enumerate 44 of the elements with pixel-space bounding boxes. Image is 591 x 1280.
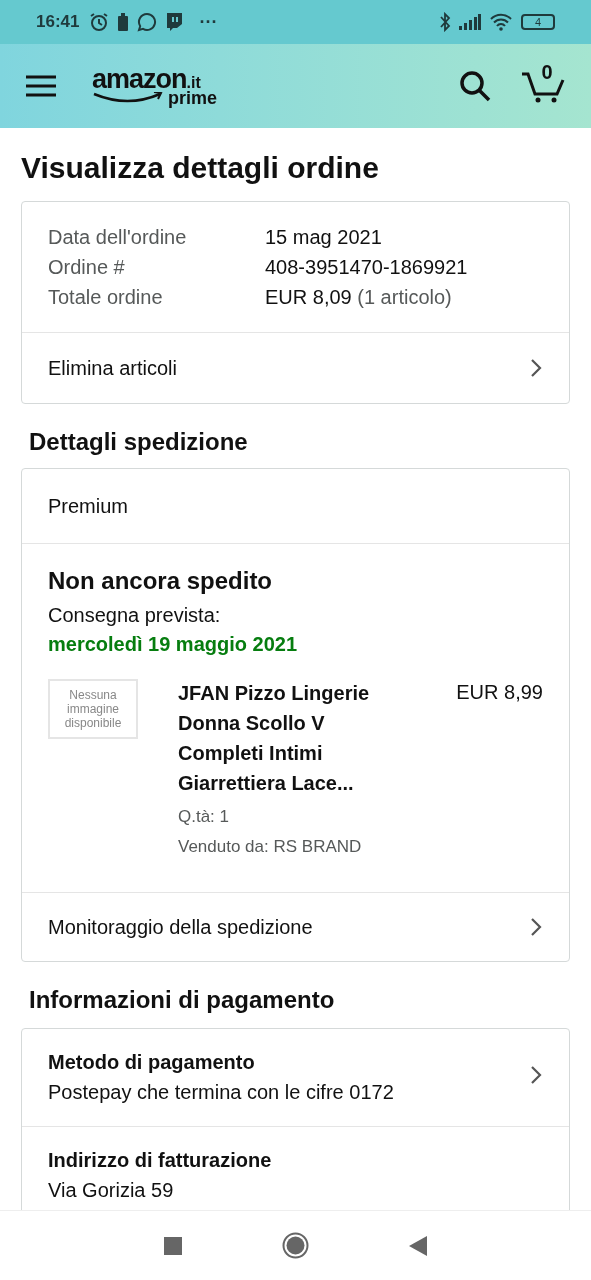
signal-icon: [459, 14, 481, 30]
payment-row-title: Metodo di pagamento: [48, 1050, 256, 1075]
back-button[interactable]: [409, 1235, 427, 1256]
section-heading: Informazioni di pagamento: [29, 985, 336, 1015]
chat-icon: [137, 12, 158, 32]
alarm-icon: [89, 12, 110, 32]
chevron-right-icon: [529, 358, 543, 378]
order-value: EUR 8,09 (1 articolo): [265, 285, 452, 310]
product-price: EUR 8,99: [456, 680, 543, 705]
product-quantity: Q.tà: 1: [178, 806, 231, 828]
delete-items-link[interactable]: Elimina articoli: [22, 333, 569, 403]
chat-bubble-icon: [165, 12, 184, 32]
more-notifications: ···: [199, 10, 218, 34]
order-value: 408-3951470-1869921: [265, 255, 468, 280]
tracking-link[interactable]: Monitoraggio della spedizione: [22, 893, 569, 961]
no-image-text: Nessuna immagine disponibile: [63, 688, 123, 730]
product-seller: Venduto da: RS BRAND: [178, 836, 363, 858]
payment-row-detail: Via Gorizia 59: [48, 1178, 175, 1203]
battery-indicator: 4: [521, 14, 555, 30]
recents-button[interactable]: [164, 1236, 182, 1255]
battery-icon: [117, 13, 130, 31]
order-label: Ordine #: [48, 255, 126, 280]
cart-count: 0: [541, 62, 553, 82]
status-time: 16:41: [36, 11, 80, 34]
amazon-prime-logo[interactable]: amazon.it prime: [92, 65, 218, 107]
section-heading: Dettagli spedizione: [29, 427, 249, 457]
order-label: Data dell'ordine: [48, 225, 188, 250]
page-title: Visualizza dettagli ordine: [21, 150, 380, 186]
shipping-service: Premium: [48, 494, 128, 519]
delivery-label: Consegna prevista:: [48, 603, 222, 628]
product-title[interactable]: JFAN Pizzo Lingerie Donna Scollo V Completi Intimi Giarrettiera Lace...: [178, 678, 393, 798]
delivery-date: mercoledì 19 maggio 2021: [48, 632, 298, 657]
order-label: Totale ordine: [48, 285, 164, 310]
payment-row-title: Indirizzo di fatturazione: [48, 1148, 272, 1173]
payment-row[interactable]: Metodo di pagamento Postepay che termina con le cifre 0172: [22, 1029, 569, 1127]
bluetooth-icon: [439, 12, 451, 32]
shipment-status: Non ancora spedito: [48, 566, 274, 596]
search-icon[interactable]: [459, 70, 491, 102]
wifi-icon: [489, 13, 513, 31]
menu-icon[interactable]: [26, 75, 56, 97]
payment-row-detail: Postepay che termina con le cifre 0172: [48, 1080, 394, 1105]
chevron-right-icon: [529, 917, 543, 937]
order-value: 15 mag 2021: [265, 225, 382, 250]
home-button[interactable]: [282, 1232, 309, 1259]
